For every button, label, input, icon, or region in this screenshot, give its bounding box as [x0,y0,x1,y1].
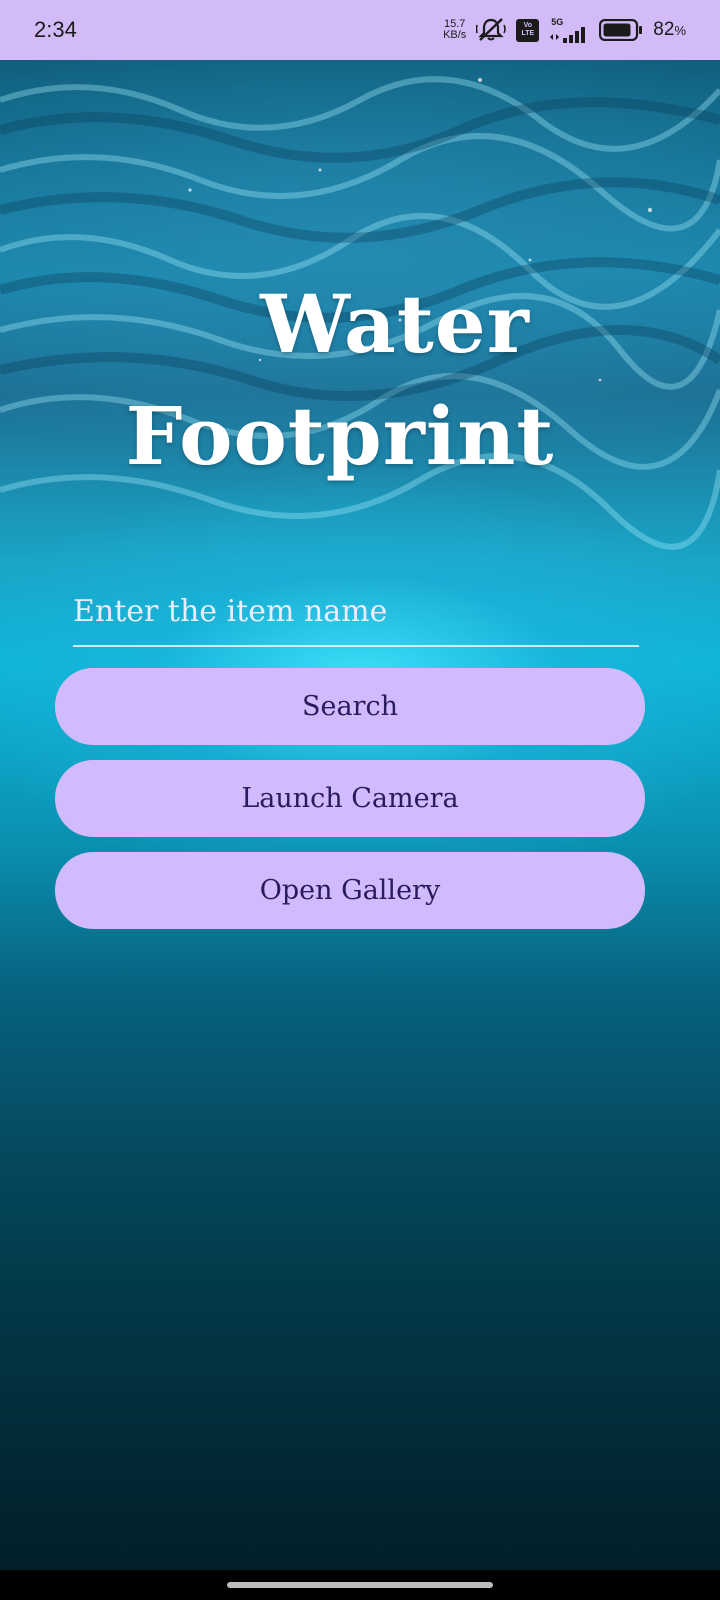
battery-icon [599,19,643,41]
app-title-line-1: Water [260,277,530,371]
open-gallery-button[interactable]: Open Gallery [55,852,645,929]
app-screen: 2:34 15.7 KB/s Vo LTE 5G 82% Water Footp… [0,0,720,1600]
navigation-bar [0,1570,720,1600]
signal-bars-icon [549,26,589,43]
battery-percentage: 82% [653,19,686,41]
status-bar: 2:34 15.7 KB/s Vo LTE 5G 82% [0,0,720,60]
status-icons: 15.7 KB/s Vo LTE 5G 82% [443,17,686,43]
volte-bottom-text: LTE [521,30,535,37]
volte-icon: Vo LTE [516,18,540,42]
network-speed: 15.7 KB/s [443,19,466,41]
volte-top-text: Vo [523,22,533,29]
battery-unit: % [674,23,686,38]
status-time: 2:34 [34,17,77,42]
app-title-line-2: Footprint [125,389,555,483]
bell-off-icon [476,17,507,43]
launch-camera-button[interactable]: Launch Camera [55,760,645,837]
app-title: Water Footprint [0,268,720,492]
mobile-signal: 5G [549,16,589,43]
home-indicator[interactable] [227,1582,493,1588]
item-name-input[interactable] [73,585,639,647]
battery-value: 82 [653,19,675,40]
network-type: 5G [551,16,564,27]
search-button[interactable]: Search [55,668,645,745]
network-speed-unit: KB/s [443,29,467,41]
